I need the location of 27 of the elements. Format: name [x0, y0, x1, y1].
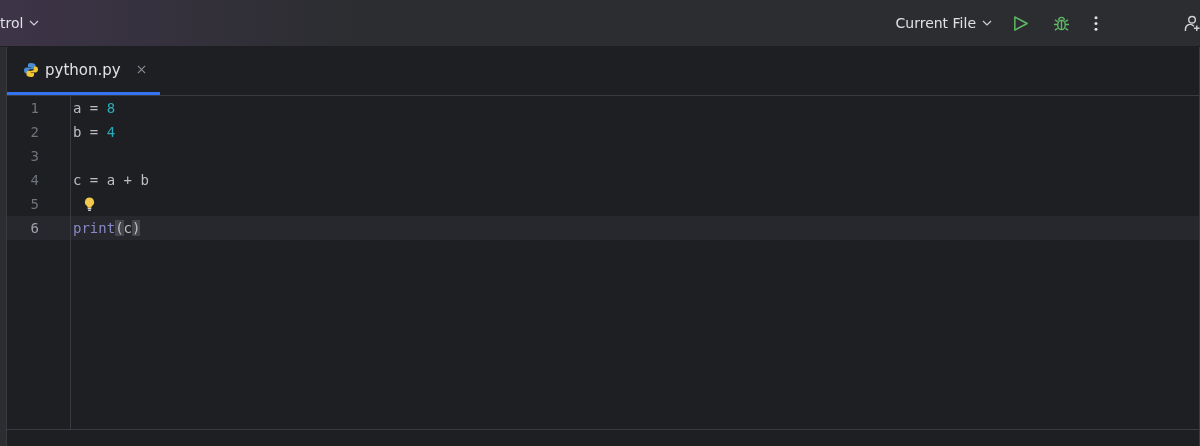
- lightbulb-icon[interactable]: [84, 196, 95, 212]
- line-number: 1: [29, 100, 39, 116]
- python-file-icon: [23, 61, 39, 78]
- code-token: a =: [73, 100, 100, 116]
- line-number: 3: [29, 148, 39, 164]
- chevron-down-icon: [982, 20, 992, 26]
- code-token: (: [115, 220, 124, 236]
- line-number: 5: [29, 196, 39, 212]
- code-token: 8: [106, 100, 116, 116]
- bug-icon[interactable]: [1053, 14, 1070, 32]
- code-token: 4: [106, 124, 116, 140]
- line-number: 2: [29, 124, 39, 140]
- add-user-icon[interactable]: [1184, 14, 1200, 32]
- close-icon[interactable]: [136, 65, 146, 74]
- line-number: 4: [29, 172, 39, 188]
- project-menu[interactable]: trol: [0, 15, 40, 31]
- run-configuration-dropdown[interactable]: Current File: [895, 15, 992, 31]
- code-token: print: [73, 220, 116, 236]
- code-token: b =: [73, 124, 100, 140]
- more-options-icon[interactable]: [1094, 14, 1098, 32]
- code-token: ): [132, 220, 141, 236]
- file-tab[interactable]: python.py: [7, 47, 160, 95]
- code-token: c: [123, 220, 133, 236]
- chevron-down-icon: [29, 20, 40, 26]
- line-number: 6: [29, 220, 39, 236]
- code-token: c = a + b: [73, 172, 149, 188]
- run-icon[interactable]: [1012, 14, 1029, 32]
